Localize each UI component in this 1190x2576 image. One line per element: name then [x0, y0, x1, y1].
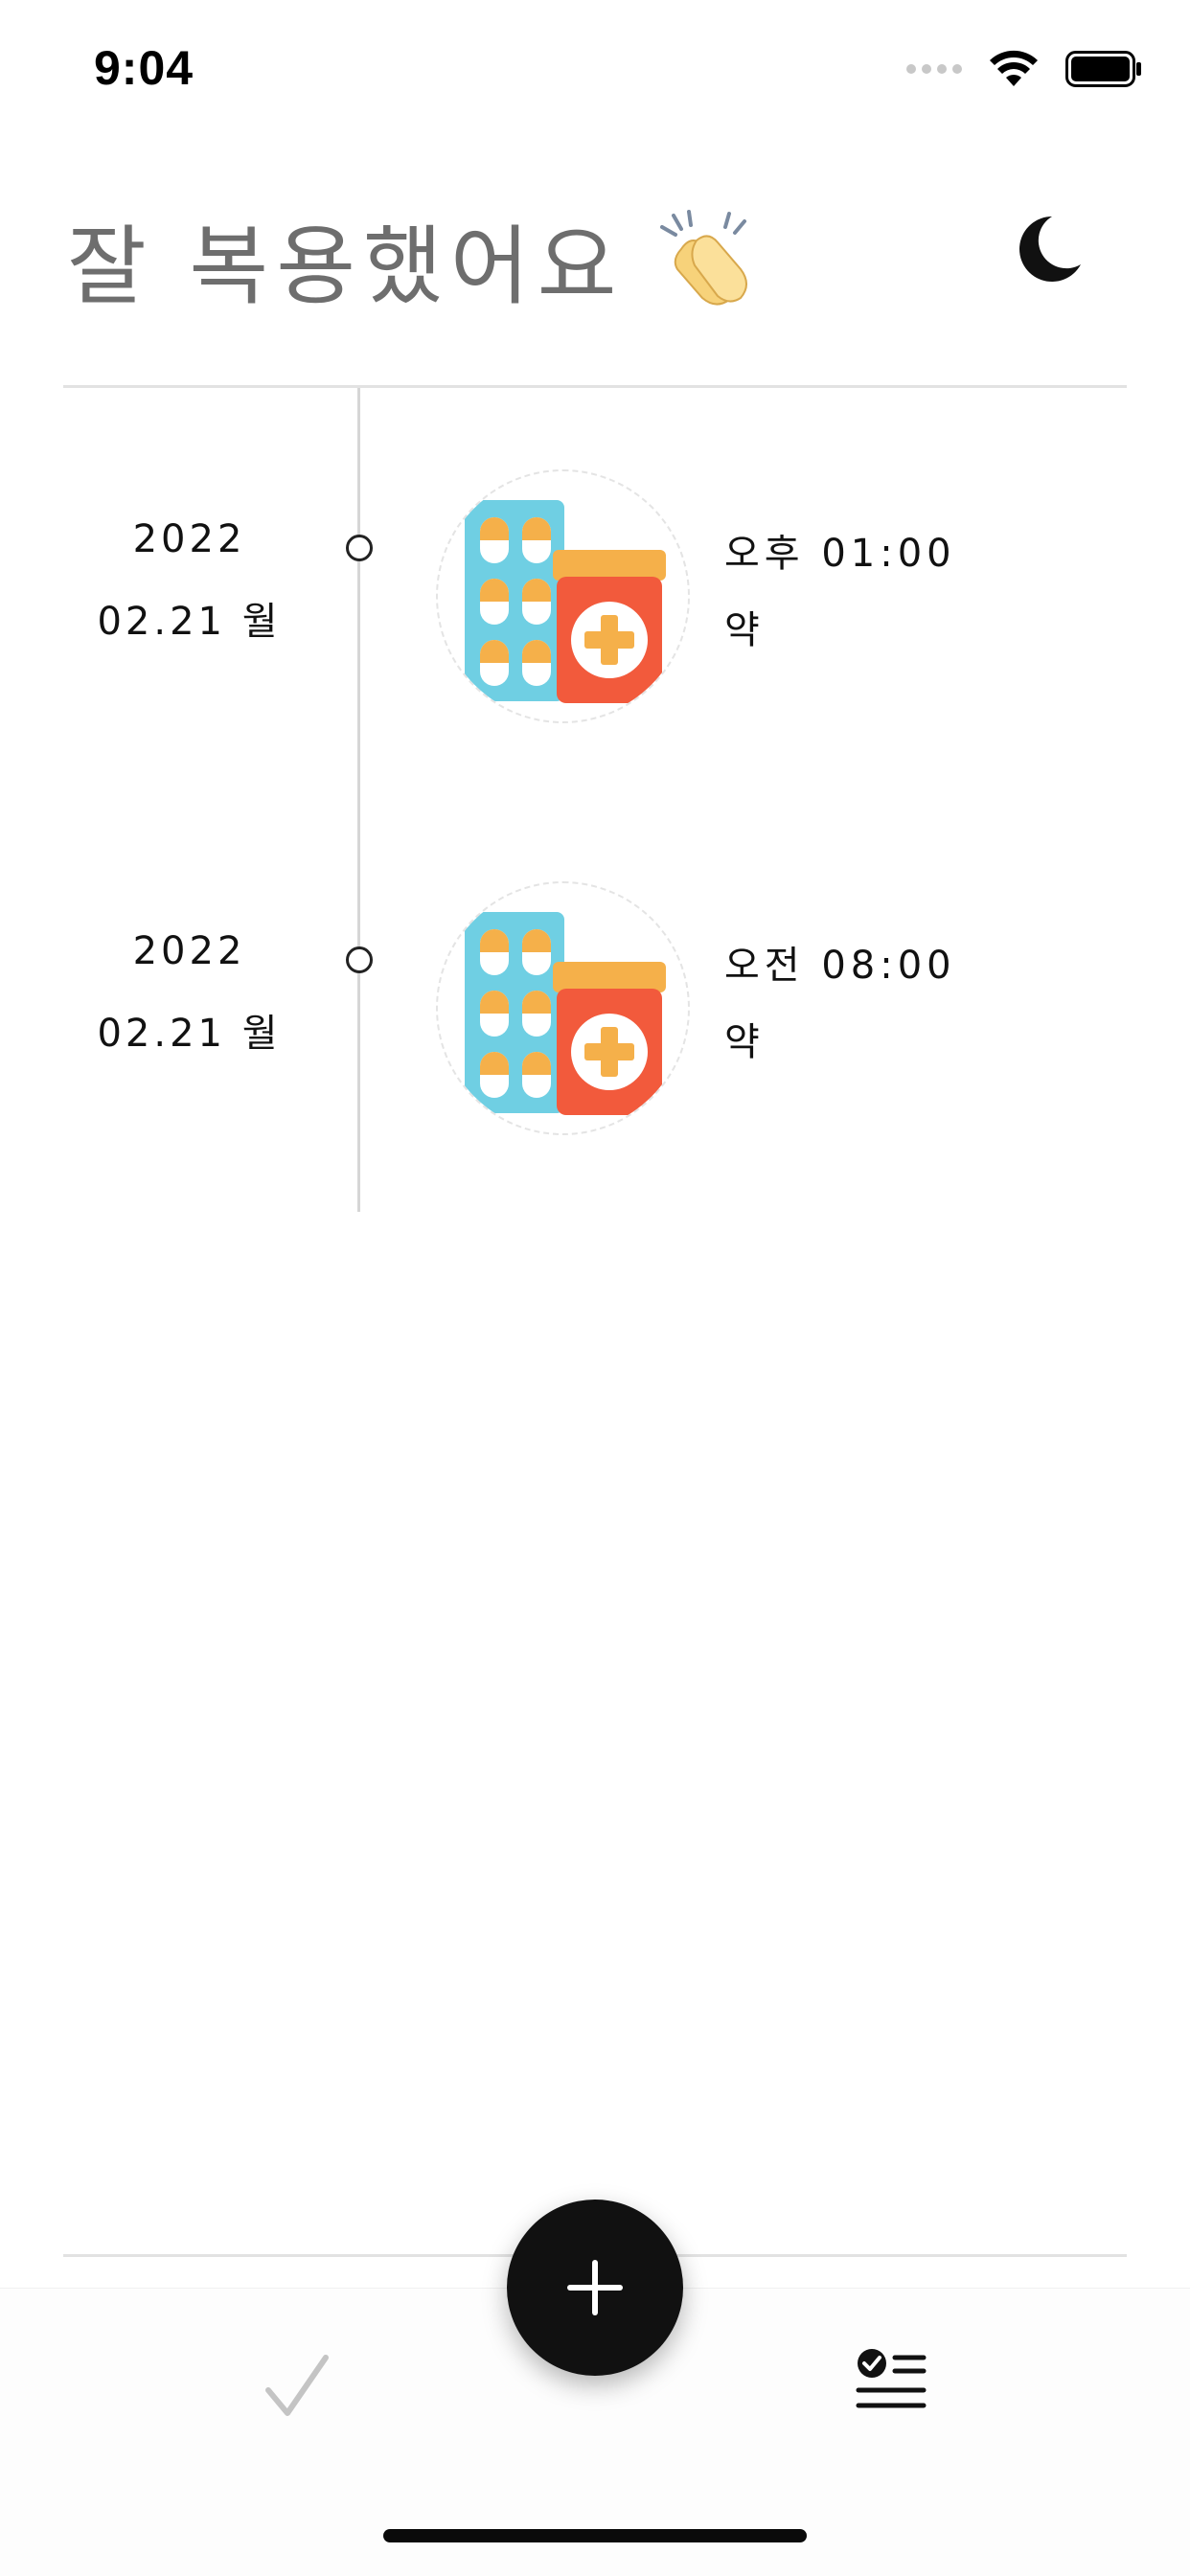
entry-date-block: 2022 02.21 월 [67, 498, 311, 663]
medicine-icon [436, 469, 690, 723]
add-button[interactable] [507, 2200, 683, 2376]
page-title: 잘 복용했어요 [67, 217, 625, 317]
home-indicator[interactable] [383, 2529, 807, 2542]
signal-icon [906, 64, 962, 74]
medicine-icon [436, 881, 690, 1135]
entry-date-block: 2022 02.21 월 [67, 910, 311, 1075]
entry-year: 2022 [132, 929, 246, 973]
header-divider [63, 385, 1127, 388]
wifi-icon [990, 50, 1038, 86]
entry-name: 약 [724, 608, 760, 652]
entry-time: 오후 01:00 [724, 532, 956, 576]
entry-date: 02.21 월 [97, 600, 282, 644]
clap-icon [660, 210, 748, 306]
entry-name: 약 [724, 1020, 760, 1064]
status-time: 9:04 [94, 41, 195, 95]
status-bar: 9:04 [0, 0, 1190, 144]
entry-time: 오전 08:00 [724, 944, 956, 988]
plus-icon [567, 2260, 623, 2315]
battery-icon [1065, 51, 1141, 87]
checklist-icon[interactable] [853, 2344, 929, 2421]
header: 잘 복용했어요 [0, 144, 1190, 383]
status-icons [906, 50, 1142, 88]
timeline-dot [346, 946, 373, 973]
page-title-row: 잘 복용했어요 [67, 196, 758, 321]
entry-year: 2022 [132, 517, 246, 561]
timeline-entry[interactable]: 2022 02.21 월 [0, 469, 1190, 757]
check-icon[interactable] [259, 2350, 335, 2427]
entry-date: 02.21 월 [97, 1012, 282, 1056]
timeline-dot [346, 535, 373, 561]
moon-icon[interactable] [1008, 211, 1085, 287]
timeline-entry[interactable]: 2022 02.21 월 [0, 881, 1190, 1169]
